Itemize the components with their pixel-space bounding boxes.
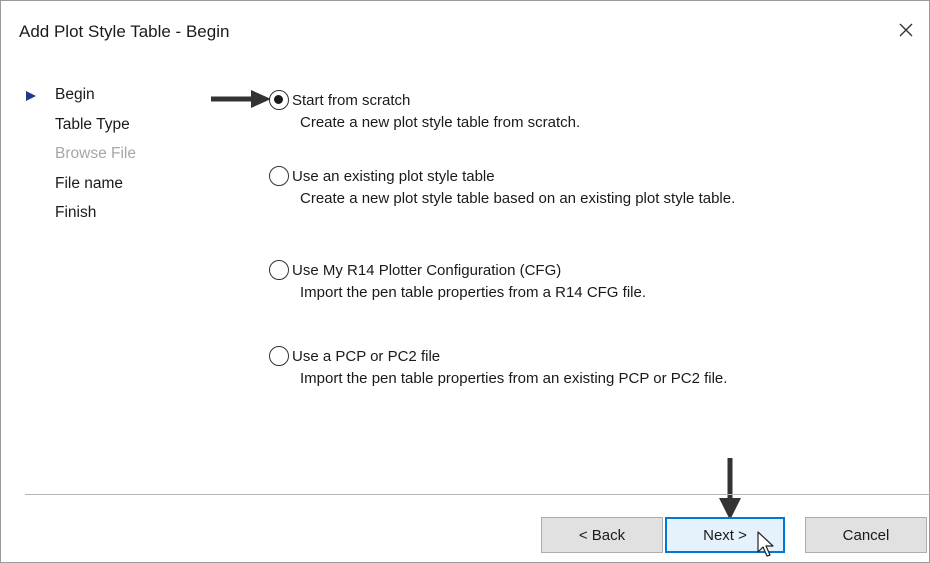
option-label[interactable]: Use My R14 Plotter Configuration (CFG) [292,262,561,279]
option-label[interactable]: Use an existing plot style table [292,168,495,185]
step-label: Browse File [55,145,136,162]
cancel-button[interactable]: Cancel [805,517,927,553]
option-description: Import the pen table properties from a R… [300,284,646,301]
mouse-pointer-icon [757,531,774,557]
step-begin: Begin [25,85,195,115]
dialog-title: Add Plot Style Table - Begin [19,22,230,41]
step-label: Finish [55,204,97,221]
step-table-type: Table Type [25,115,195,145]
option-existing-table: Use an existing plot style table Create … [269,165,829,208]
option-description: Create a new plot style table based on a… [300,190,736,207]
radio-row[interactable]: Start from scratch [269,89,829,111]
radio-row[interactable]: Use a PCP or PC2 file [269,345,829,367]
option-start-from-scratch: Start from scratch Create a new plot sty… [269,89,829,132]
radio-row[interactable]: Use My R14 Plotter Configuration (CFG) [269,259,829,281]
option-pcp-pc2: Use a PCP or PC2 file Import the pen tab… [269,345,829,388]
option-label[interactable]: Use a PCP or PC2 file [292,348,440,365]
play-triangle-icon [26,91,36,101]
title-bar: Add Plot Style Table - Begin [1,1,929,59]
close-button[interactable] [889,13,923,47]
close-icon [899,23,913,37]
dialog-window: Add Plot Style Table - Begin Begin Table… [0,0,930,563]
option-label[interactable]: Start from scratch [292,92,410,109]
step-browse-file: Browse File [25,144,195,174]
option-description: Create a new plot style table from scrat… [300,114,581,131]
step-label: File name [55,174,124,192]
arrow-icon [719,458,741,520]
option-r14-cfg: Use My R14 Plotter Configuration (CFG) I… [269,259,829,302]
step-finish: Finish [25,203,195,233]
radio-start-from-scratch[interactable] [269,90,289,110]
wizard-steps: Begin Table Type Browse File File name F… [25,85,195,233]
option-description: Import the pen table properties from an … [300,370,728,387]
radio-pcp-pc2[interactable] [269,346,289,366]
radio-r14-cfg[interactable] [269,260,289,280]
radio-existing-table[interactable] [269,166,289,186]
step-label: Table Type [55,115,130,133]
radio-row[interactable]: Use an existing plot style table [269,165,829,187]
divider [25,494,930,495]
arrow-icon [211,90,271,108]
step-file-name: File name [25,174,195,204]
back-button[interactable]: < Back [541,517,663,553]
step-label: Begin [55,86,95,103]
